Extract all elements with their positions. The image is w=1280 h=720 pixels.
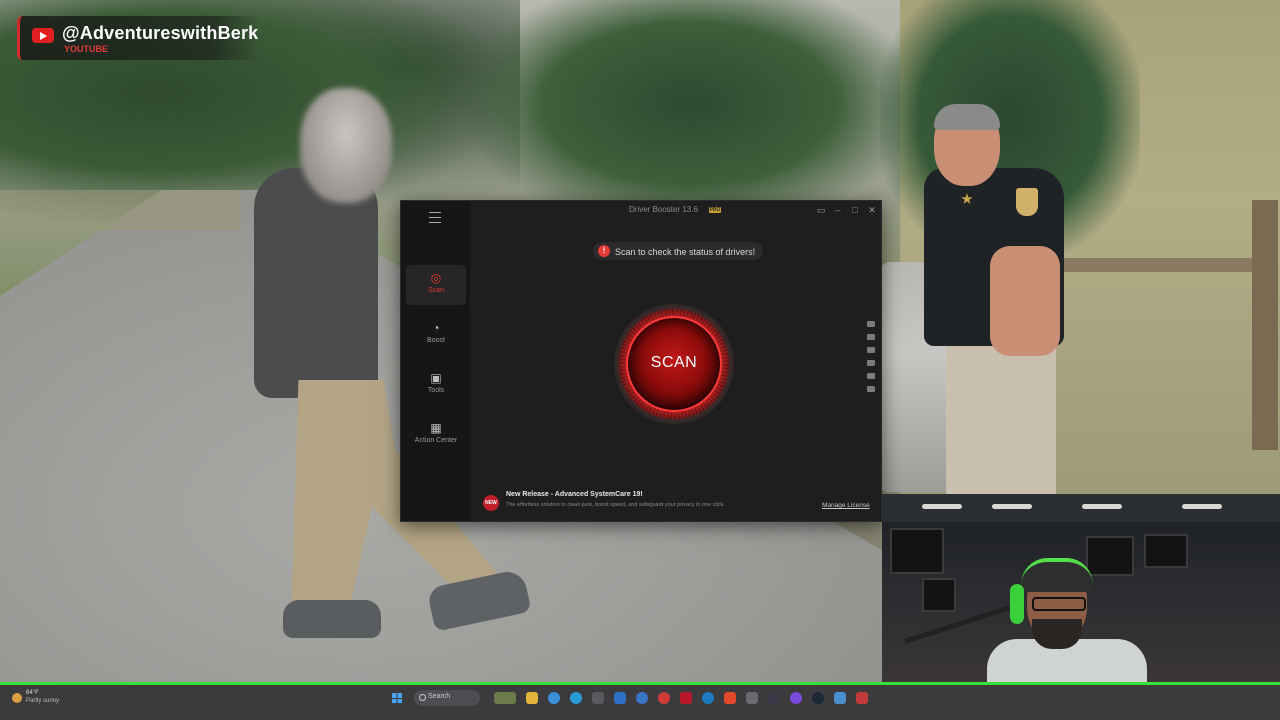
promo-title[interactable]: New Release - Advanced SystemCare 19! — [506, 491, 643, 498]
channel-handle: @AdventureswithBerk — [62, 23, 259, 43]
toolbox-icon: ▣ — [430, 371, 442, 385]
edge-icon[interactable] — [570, 692, 582, 704]
ceiling-light — [1182, 504, 1222, 509]
streamer-beard — [1032, 619, 1082, 649]
nav-boost[interactable]: ◔ Boost — [406, 315, 466, 355]
app-icon[interactable] — [768, 692, 780, 704]
wall-frame — [1144, 534, 1188, 568]
app-title: Driver Booster 13.6 — [629, 205, 698, 214]
status-message: ! Scan to check the status of drivers! — [593, 242, 764, 260]
app-sidebar: ◎ Scan ◔ Boost ▣ Tools ▦ Action Center — [401, 201, 470, 521]
nav-action-center-label: Action Center — [414, 437, 458, 444]
ceiling-light — [922, 504, 962, 509]
streamer-cap — [1021, 558, 1093, 592]
person-jacket — [254, 168, 378, 398]
officer-pants — [946, 340, 1056, 500]
windows-start-icon[interactable] — [392, 693, 402, 703]
wall-frame — [922, 578, 956, 612]
app-icon[interactable] — [636, 692, 648, 704]
nav-tools-label: Tools — [427, 387, 445, 394]
channel-subtitle: YOUTUBE — [64, 44, 109, 54]
officer-hair — [934, 104, 1000, 130]
nav-scan-label: Scan — [428, 287, 444, 294]
taskbar-search[interactable]: Search — [414, 690, 480, 706]
windows-taskbar: 84°F Partly sunny Search — [0, 685, 1280, 720]
nav-boost-label: Boost — [427, 337, 445, 344]
app-icon[interactable] — [702, 692, 714, 704]
app-icon[interactable] — [834, 692, 846, 704]
app-icon[interactable] — [856, 692, 868, 704]
app-icon[interactable] — [680, 692, 692, 704]
ceiling-light — [1082, 504, 1122, 509]
glasses-icon — [1032, 597, 1086, 611]
fence-post — [1252, 200, 1278, 450]
chrome-icon[interactable] — [548, 692, 560, 704]
app-icon[interactable] — [746, 692, 758, 704]
webcam-feed — [882, 494, 1280, 682]
maximize-icon[interactable]: □ — [848, 203, 862, 217]
feedback-icon[interactable]: ▭ — [814, 203, 828, 217]
image-icon[interactable] — [867, 360, 875, 366]
weather-icon[interactable] — [12, 693, 22, 703]
file-explorer-icon[interactable] — [526, 692, 538, 704]
weather-widget-icon[interactable] — [494, 692, 516, 704]
nav-tools[interactable]: ▣ Tools — [406, 365, 466, 405]
youtube-logo-icon — [32, 28, 54, 43]
windows-icon[interactable] — [867, 334, 875, 340]
search-icon — [419, 694, 426, 701]
headset-icon — [1010, 584, 1024, 624]
nav-scan[interactable]: ◎ Scan — [406, 265, 466, 305]
app-icon[interactable] — [592, 692, 604, 704]
apps-grid-icon: ▦ — [430, 421, 442, 435]
channel-badge: @AdventureswithBerk YOUTUBE — [17, 16, 260, 60]
weather-temp[interactable]: 84°F — [26, 690, 39, 696]
road-edge — [0, 190, 240, 230]
menu-icon[interactable] — [429, 212, 441, 223]
promo-description: The effortless solution to clean junk, b… — [506, 502, 725, 508]
status-text: Scan to check the status of drivers! — [615, 247, 756, 257]
wall-frame — [1086, 536, 1134, 576]
ceiling-light — [992, 504, 1032, 509]
close-icon[interactable]: ✕ — [865, 203, 879, 217]
mic-arm — [903, 605, 1011, 644]
alert-icon: ! — [598, 245, 610, 257]
app-icon[interactable] — [790, 692, 802, 704]
scan-icon: ◎ — [430, 271, 442, 285]
app-icon[interactable] — [724, 692, 736, 704]
settings-icon[interactable] — [867, 347, 875, 353]
officer-arm — [990, 246, 1060, 356]
search-placeholder: Search — [428, 693, 451, 700]
minimize-icon[interactable]: – — [831, 203, 845, 217]
nav-action-center[interactable]: ▦ Action Center — [406, 415, 466, 455]
weather-desc[interactable]: Partly sunny — [26, 698, 59, 704]
app-icon[interactable] — [658, 692, 670, 704]
shoulder-patch — [1016, 188, 1038, 216]
scan-button-label: SCAN — [650, 354, 698, 371]
scan-button[interactable]: SCAN — [626, 316, 722, 412]
wall-frame — [890, 528, 944, 574]
driver-booster-window: ◎ Scan ◔ Boost ▣ Tools ▦ Action Center D… — [400, 200, 882, 522]
right-toolstrip — [865, 321, 877, 407]
person-blurred-face — [300, 88, 392, 203]
fence-rail — [1060, 258, 1260, 272]
message-icon[interactable] — [867, 321, 875, 327]
more-icon[interactable] — [867, 386, 875, 392]
trees-middle — [460, 0, 920, 230]
app-icon[interactable] — [614, 692, 626, 704]
steam-icon[interactable] — [812, 692, 824, 704]
pro-badge: PRO — [709, 207, 721, 213]
person-shoe-left — [283, 600, 381, 638]
speedometer-icon: ◔ — [432, 321, 440, 335]
promo-badge-icon: NEW — [483, 495, 499, 511]
folder-icon[interactable] — [867, 373, 875, 379]
manage-license-link[interactable]: Manage License — [822, 502, 870, 509]
scan-dial: SCAN — [614, 304, 734, 424]
